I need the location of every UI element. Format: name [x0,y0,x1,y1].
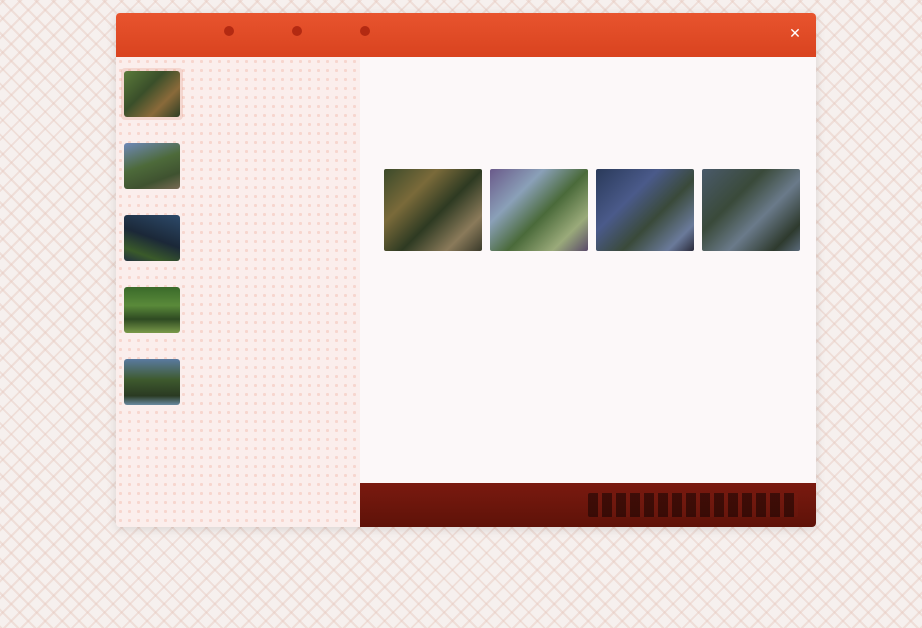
screenshot-thumbnail[interactable] [702,169,800,251]
sidebar-item[interactable] [124,277,356,341]
sidebar [116,57,360,527]
screenshot-thumbnail[interactable] [384,169,482,251]
screenshot-thumbnail[interactable] [490,169,588,251]
detail-pane [360,57,816,483]
screenshot-thumbnail[interactable] [596,169,694,251]
item-thumbnail [124,215,180,261]
decoration-dot [224,26,234,36]
sidebar-item[interactable] [124,133,356,197]
app-window: ✕ [116,13,816,527]
screenshot-gallery [384,169,800,251]
decoration-dot [360,26,370,36]
sidebar-item[interactable] [121,61,356,125]
title-bar: ✕ [116,13,816,57]
item-thumbnail [124,359,180,405]
primary-action-button[interactable] [420,495,520,515]
decoration-dot [292,26,302,36]
action-bar [360,483,816,527]
item-thumbnail [124,287,180,333]
item-thumbnail [124,143,180,189]
title-bar-decorations [224,26,370,36]
close-icon: ✕ [789,26,801,42]
progress-indicator [588,493,798,517]
sidebar-item[interactable] [124,205,356,269]
item-thumbnail [124,71,180,117]
sidebar-item[interactable] [124,349,356,413]
close-button[interactable]: ✕ [786,25,804,43]
